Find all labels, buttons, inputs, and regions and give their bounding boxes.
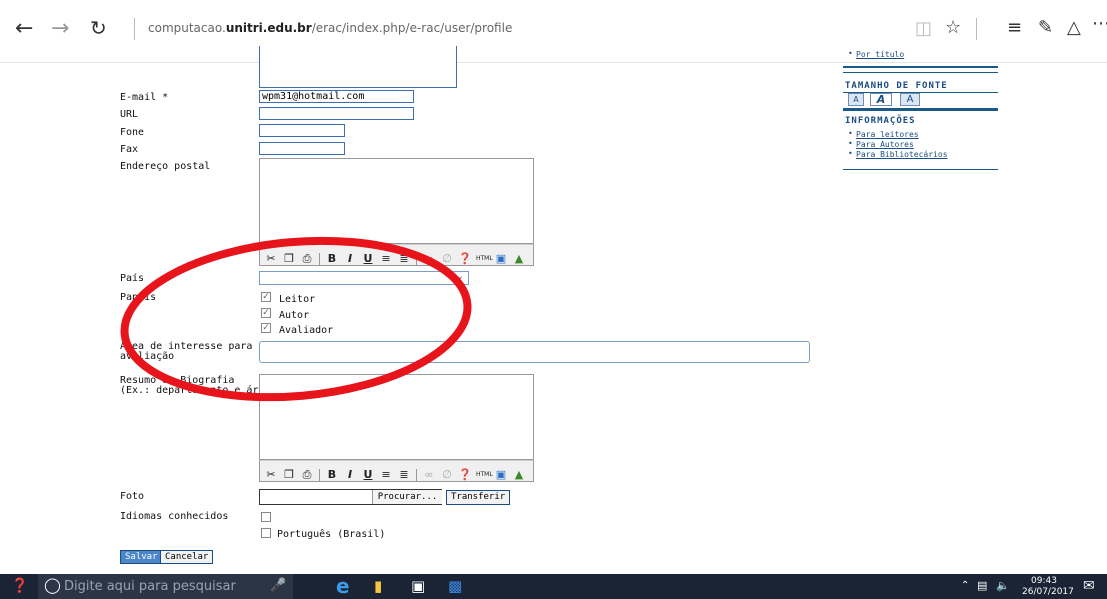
- search-placeholder: Digite aqui para pesquisar: [64, 579, 236, 594]
- annotation-ring-overlay: [120, 236, 472, 402]
- volume-icon[interactable]: 🔈: [996, 579, 1010, 592]
- clock-time[interactable]: 09:43: [1031, 576, 1057, 586]
- file-explorer-icon[interactable]: ▮: [374, 578, 382, 594]
- clock-date[interactable]: 26/07/2017: [1022, 587, 1074, 597]
- edge-browser-icon[interactable]: e: [336, 575, 350, 597]
- windows-start-icon[interactable]: ❓: [11, 579, 28, 593]
- tray-chevron-icon[interactable]: ⌃: [961, 580, 969, 591]
- cortana-circle-icon: ◯: [44, 576, 61, 594]
- sway-app-icon[interactable]: ▩: [448, 578, 462, 594]
- taskbar-search-box[interactable]: ◯ Digite aqui para pesquisar 🎤: [38, 574, 293, 599]
- store-icon[interactable]: ▣: [411, 578, 425, 594]
- microphone-icon: 🎤: [270, 578, 287, 593]
- network-icon[interactable]: ▤: [977, 579, 987, 592]
- action-center-icon[interactable]: ✉: [1083, 578, 1095, 594]
- red-annotation-ellipse: [120, 236, 472, 402]
- windows-taskbar: ❓ ◯ Digite aqui para pesquisar 🎤 e ▮ ▣ ▩…: [0, 574, 1107, 599]
